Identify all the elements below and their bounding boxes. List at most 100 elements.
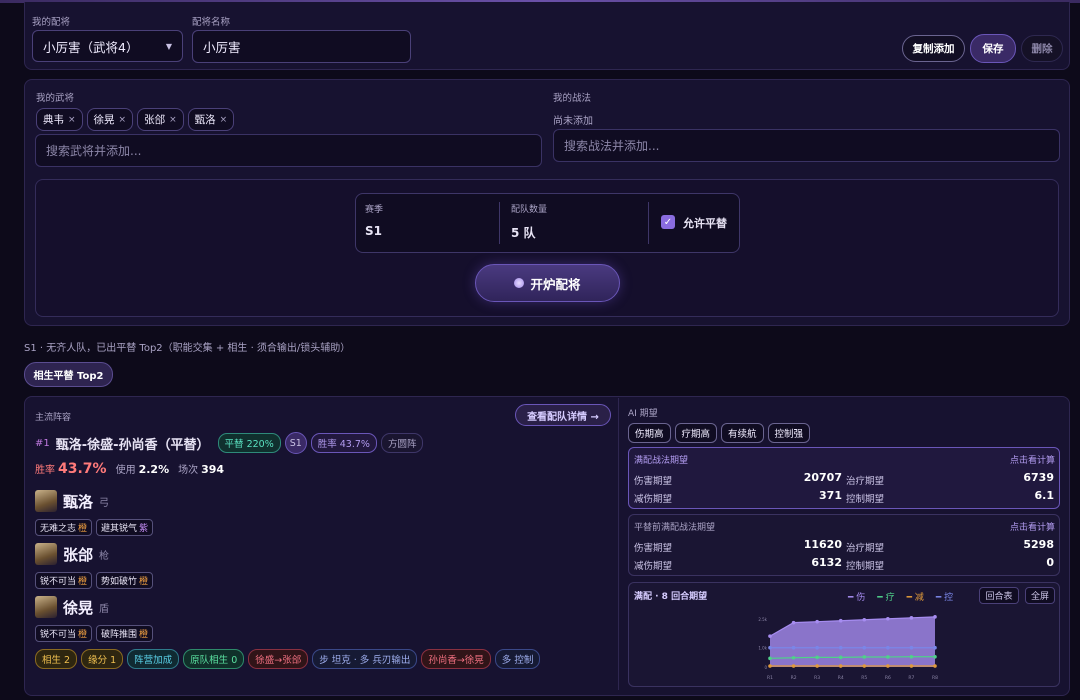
skill-name: 破阵推围 — [101, 630, 138, 640]
data-point — [815, 619, 819, 624]
general-row[interactable]: 徐晃 盾 — [35, 596, 109, 618]
hero-search-input[interactable]: 搜索武将并添加... — [35, 134, 542, 167]
skill-grade: 橙 — [139, 577, 149, 587]
close-icon[interactable]: × — [220, 115, 228, 125]
forge-button-label: 开炉配将 — [530, 276, 581, 292]
dmg-label: 伤害期望 — [634, 543, 673, 554]
skill-name: 无难之志 — [40, 524, 77, 534]
games-label: 场次 — [178, 465, 199, 476]
hero-chip-label: 甄洛 — [194, 114, 216, 126]
x-tick-label: R5 — [861, 675, 867, 681]
reduce-label: 减伤期望 — [634, 494, 673, 505]
sub-calc-link[interactable]: 点击看计算 — [1010, 520, 1055, 533]
x-tick-label: R3 — [814, 675, 820, 681]
skill-grade: 橙 — [78, 630, 88, 640]
skill-chip[interactable]: 锐不可当橙 — [35, 572, 93, 589]
avatar — [35, 596, 57, 618]
legend-label: 控 — [944, 593, 954, 603]
my-config-label: 我的配将 — [32, 17, 71, 28]
lineup-tag: 原队相生 0 — [183, 649, 245, 669]
data-point — [909, 645, 914, 650]
hero-chip[interactable]: 张郃 × — [137, 108, 184, 131]
data-point — [768, 656, 772, 661]
full-calc-link[interactable]: 点击看计算 — [1010, 453, 1055, 466]
control-value: 6.1 — [1034, 489, 1055, 502]
control-label: 控制期望 — [846, 494, 885, 505]
skill-name: 避其锐气 — [101, 524, 138, 534]
season-select[interactable]: S1 — [365, 224, 382, 238]
hero-chip[interactable]: 徐晃 × — [86, 108, 134, 131]
legend-label: 疗 — [885, 593, 895, 603]
ai-chip: 伤期高 — [628, 423, 671, 443]
x-tick-label: R1 — [767, 675, 773, 681]
delete-button[interactable]: 删除 — [1021, 35, 1063, 62]
y-tick-label: 0 — [764, 665, 767, 670]
skill-name: 锐不可当 — [40, 630, 77, 640]
close-icon[interactable]: × — [68, 115, 76, 125]
tactics-empty-text: 尚未添加 — [553, 116, 593, 127]
lineup-tag: 徐盛→张郃 — [248, 649, 309, 669]
data-point — [768, 645, 772, 650]
sub-badge: 平替 220% — [217, 433, 281, 453]
lineup-section-label: 主流阵容 — [35, 413, 72, 423]
close-icon[interactable]: × — [169, 115, 177, 125]
skill-name: 势如破竹 — [101, 577, 138, 587]
orb-icon — [514, 278, 525, 288]
skill-chip[interactable]: 破阵推围橙 — [96, 625, 154, 642]
fullscreen-button[interactable]: 全屏 — [1025, 587, 1055, 604]
team-count-select[interactable]: 5 队 — [511, 224, 536, 241]
winrate-badge: 胜率 43.7% — [310, 433, 377, 453]
general-row[interactable]: 张郃 枪 — [35, 543, 109, 565]
skill-chip[interactable]: 无难之志橙 — [35, 519, 93, 536]
x-tick-label: R6 — [885, 675, 891, 681]
skill-grade: 橙 — [78, 577, 88, 587]
hero-chip-label: 张郃 — [144, 114, 166, 126]
team-count-label: 配队数量 — [511, 205, 548, 215]
close-icon[interactable]: × — [119, 115, 127, 125]
heal-value: 5298 — [1023, 538, 1054, 551]
view-detail-button[interactable]: 查看配队详情 → — [515, 404, 611, 426]
skill-chip[interactable]: 锐不可当橙 — [35, 625, 93, 642]
data-point — [838, 618, 843, 623]
config-select[interactable]: 小厉害（武将4） ▼ — [32, 30, 183, 62]
forge-button[interactable]: 开炉配将 — [475, 264, 620, 302]
general-type: 枪 — [99, 550, 110, 562]
summary-text: S1 · 无齐人队，已出平替 Top2（职能交集 + 相生 · 须合输出/锁头辅… — [24, 343, 351, 354]
season-badge: S1 — [284, 432, 307, 454]
tab-sub-top2[interactable]: 相生平替 Top2 — [24, 362, 113, 387]
legend-item[interactable]: ━ 疗 — [877, 590, 894, 603]
allow-sub-checkbox[interactable]: ✓ — [661, 215, 675, 229]
x-tick-label: R8 — [932, 675, 938, 681]
save-button[interactable]: 保存 — [970, 34, 1016, 63]
data-point — [838, 645, 843, 650]
config-name-input[interactable]: 小厉害 — [192, 30, 411, 63]
chevron-down-icon: ▼ — [165, 41, 172, 51]
hero-chip[interactable]: 甄洛 × — [187, 108, 235, 131]
data-point — [815, 645, 819, 650]
x-tick-label: R4 — [838, 675, 844, 681]
data-point — [933, 654, 937, 659]
data-point — [791, 645, 796, 650]
data-point — [862, 664, 867, 668]
copy-add-button[interactable]: 复制添加 — [902, 35, 965, 62]
tactic-search-input[interactable]: 搜索战法并添加... — [553, 129, 1060, 162]
divider — [618, 398, 619, 690]
legend-item[interactable]: ━ 伤 — [848, 590, 865, 603]
skill-chip[interactable]: 避其锐气紫 — [96, 519, 154, 536]
data-point — [768, 664, 772, 668]
games-value: 394 — [201, 463, 225, 476]
season-label: 赛季 — [365, 205, 384, 215]
skill-chip[interactable]: 势如破竹橙 — [96, 572, 154, 589]
round-table-button[interactable]: 回合表 — [979, 587, 1019, 604]
usage-value: 2.2% — [138, 463, 170, 476]
hero-chip[interactable]: 典韦 × — [36, 108, 83, 131]
sub-expect-title: 平替前满配战法期望 — [634, 523, 716, 533]
winrate-value: 43.7% — [58, 461, 107, 477]
data-point — [909, 664, 914, 668]
formation-badge: 方圆阵 — [380, 433, 424, 453]
legend-item[interactable]: ━ 控 — [936, 590, 953, 603]
legend-item[interactable]: ━ 减 — [907, 590, 924, 603]
data-point — [909, 616, 914, 620]
config-name-label: 配将名称 — [192, 17, 231, 28]
general-row[interactable]: 甄洛 弓 — [35, 490, 109, 512]
